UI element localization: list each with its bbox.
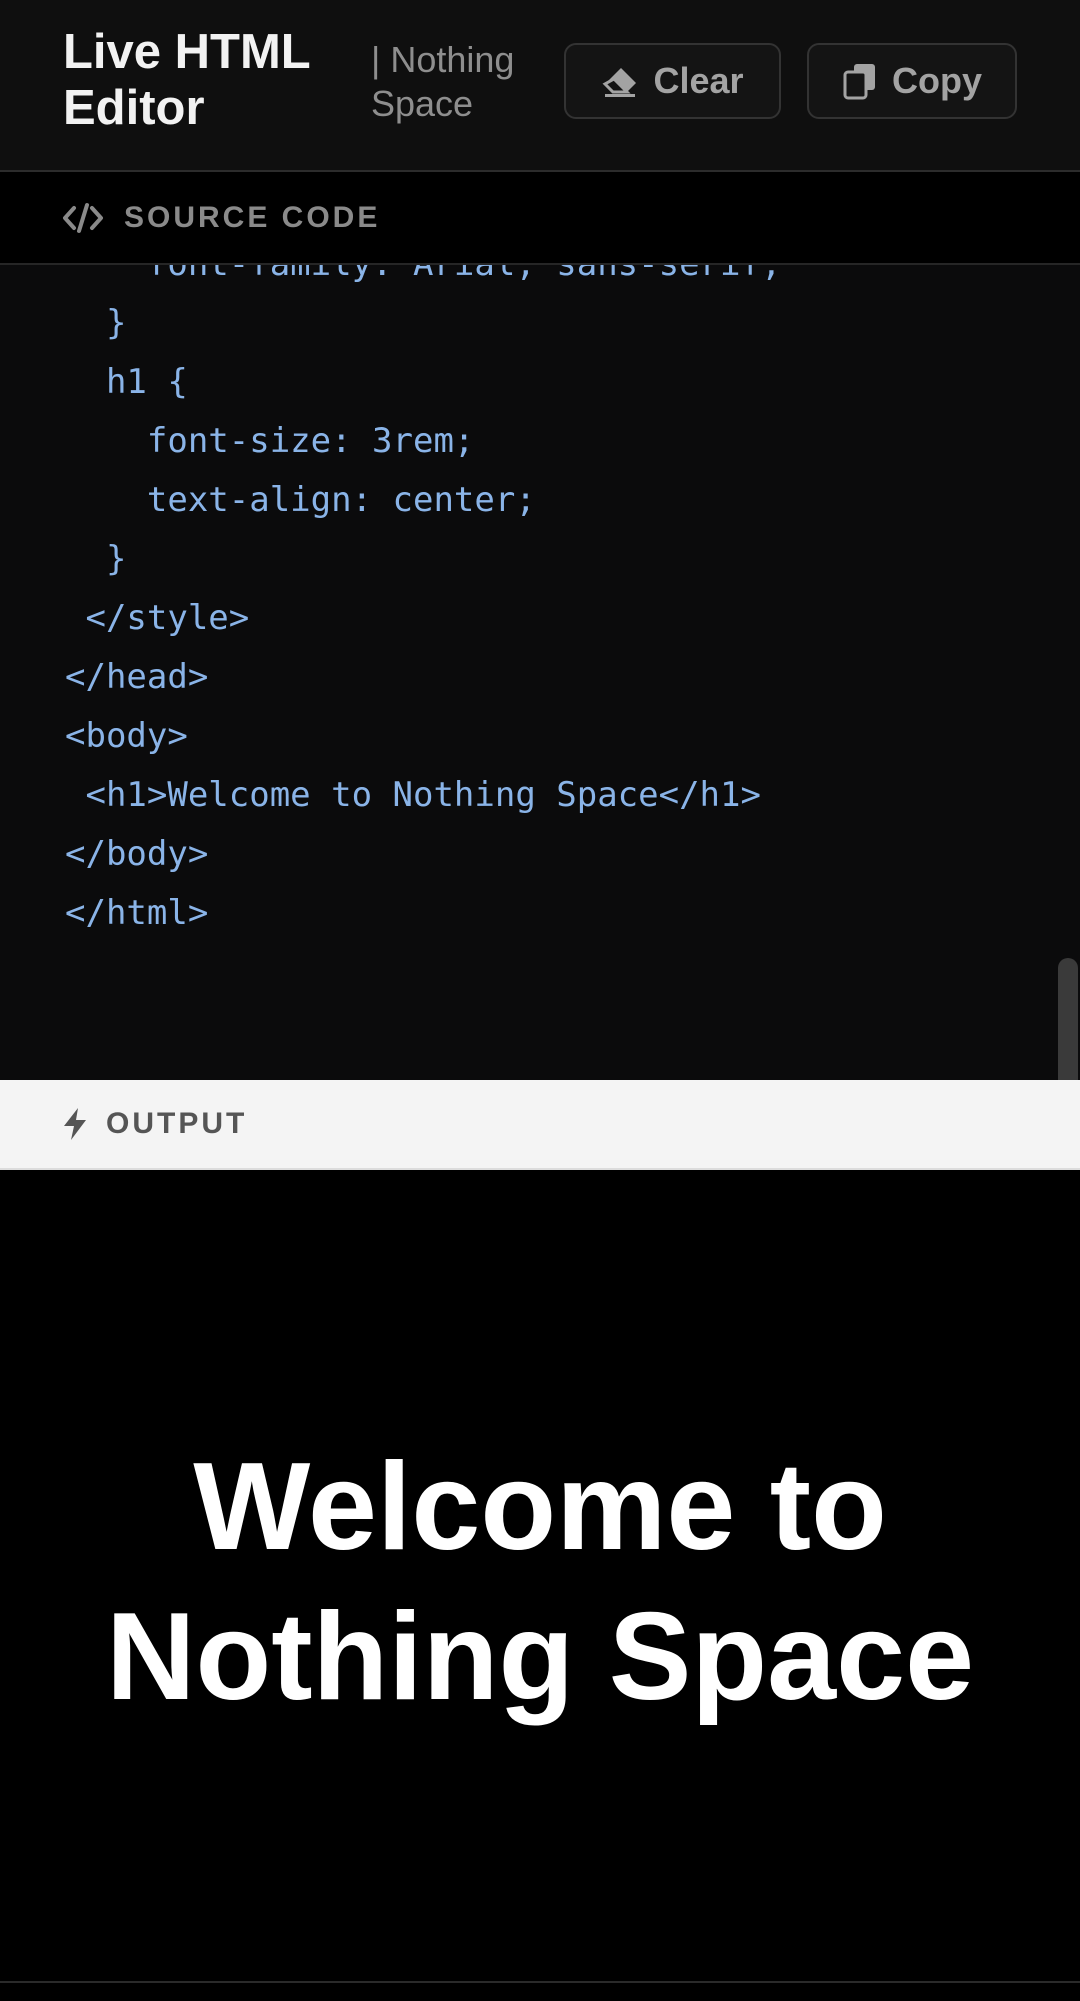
code-line: </body> bbox=[65, 834, 209, 874]
code-line: </style> bbox=[65, 598, 250, 638]
eraser-icon bbox=[601, 65, 639, 97]
clear-button[interactable]: Clear bbox=[564, 43, 781, 119]
code-line: } bbox=[65, 539, 127, 579]
code-line: font-family: Arial, sans-serif; bbox=[65, 265, 782, 294]
bolt-icon bbox=[62, 1107, 88, 1141]
app-title: Live HTML Editor bbox=[63, 25, 310, 135]
source-code-bar: SOURCE CODE bbox=[0, 172, 1080, 265]
code-line: <h1>Welcome to Nothing Space</h1> bbox=[65, 775, 761, 815]
code-line: text-align: center; bbox=[65, 480, 536, 520]
code-line: <body> bbox=[65, 716, 188, 756]
output-bar: OUTPUT bbox=[0, 1080, 1080, 1170]
copy-button[interactable]: Copy bbox=[807, 43, 1017, 119]
preview-heading: Welcome to Nothing Space bbox=[105, 1438, 975, 1726]
code-text[interactable]: font-family: Arial, sans-serif; } h1 { f… bbox=[65, 265, 781, 943]
code-icon bbox=[62, 202, 104, 234]
code-line: h1 { bbox=[65, 362, 188, 402]
copy-button-label: Copy bbox=[892, 60, 982, 101]
code-editor[interactable]: font-family: Arial, sans-serif; } h1 { f… bbox=[0, 265, 1080, 1080]
code-line: font-size: 3rem; bbox=[65, 421, 475, 461]
app-subtitle: | Nothing Space bbox=[371, 39, 515, 124]
code-line: } bbox=[65, 303, 127, 343]
clear-button-label: Clear bbox=[653, 60, 744, 101]
copy-icon bbox=[842, 62, 878, 100]
output-label: OUTPUT bbox=[106, 1107, 248, 1140]
code-line: </html> bbox=[65, 893, 209, 933]
code-line: </head> bbox=[65, 657, 209, 697]
editor-scrollbar[interactable] bbox=[1058, 958, 1078, 1080]
source-code-label: SOURCE CODE bbox=[124, 200, 381, 234]
app-header: Live HTML Editor | Nothing Space Clear C… bbox=[0, 0, 1080, 172]
output-preview: Welcome to Nothing Space bbox=[0, 1170, 1080, 1983]
